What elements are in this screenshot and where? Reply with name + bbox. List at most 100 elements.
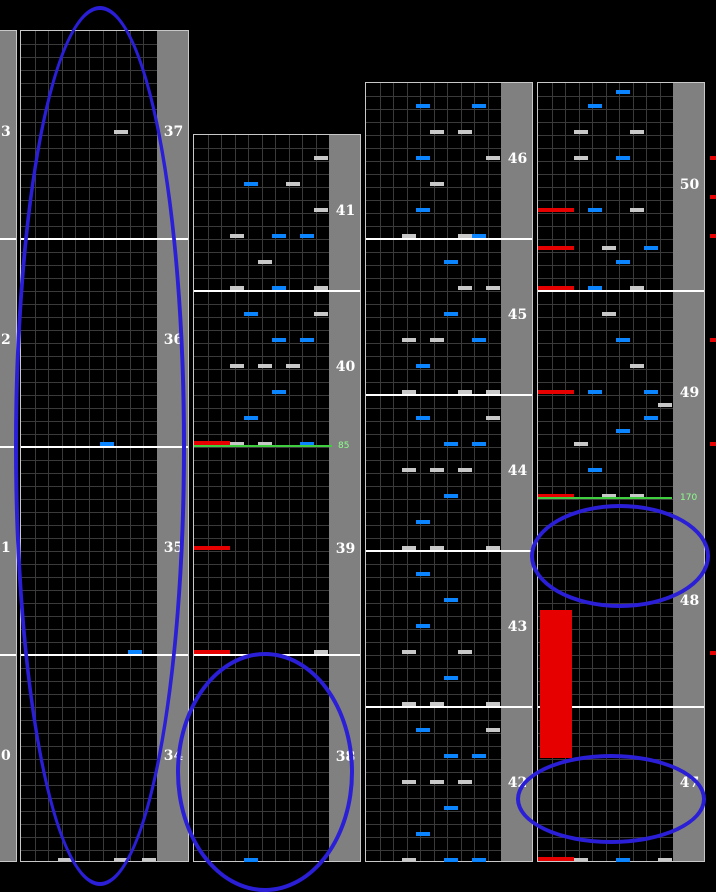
white-note[interactable] [574, 156, 588, 160]
blue-note[interactable] [244, 182, 258, 186]
white-note[interactable] [402, 650, 416, 654]
red-note[interactable] [710, 234, 716, 238]
blue-note[interactable] [472, 858, 486, 862]
white-note[interactable] [574, 442, 588, 446]
blue-note[interactable] [416, 728, 430, 732]
blue-note[interactable] [416, 208, 430, 212]
blue-note[interactable] [472, 234, 486, 238]
blue-note[interactable] [416, 104, 430, 108]
blue-note[interactable] [272, 234, 286, 238]
blue-note[interactable] [472, 104, 486, 108]
red-note[interactable] [538, 390, 574, 394]
measure-column[interactable]: 33 32 31 30 [0, 30, 17, 862]
white-note[interactable] [230, 234, 244, 238]
blue-note[interactable] [416, 520, 430, 524]
blue-note[interactable] [616, 90, 630, 94]
white-note[interactable] [658, 858, 672, 862]
white-note[interactable] [402, 702, 416, 706]
lane-grid[interactable] [366, 83, 501, 861]
white-note[interactable] [458, 780, 472, 784]
white-note[interactable] [430, 546, 444, 550]
blue-note[interactable] [444, 494, 458, 498]
blue-note[interactable] [416, 364, 430, 368]
blue-note[interactable] [444, 676, 458, 680]
blue-note[interactable] [444, 260, 458, 264]
blue-note[interactable] [588, 208, 602, 212]
white-note[interactable] [114, 858, 128, 862]
red-note[interactable] [194, 546, 230, 550]
blue-note[interactable] [616, 260, 630, 264]
white-note[interactable] [602, 246, 616, 250]
red-note[interactable] [538, 286, 574, 290]
blue-note[interactable] [444, 754, 458, 758]
white-note[interactable] [574, 130, 588, 134]
blue-note[interactable] [588, 104, 602, 108]
blue-note[interactable] [588, 390, 602, 394]
blue-note[interactable] [244, 858, 258, 862]
blue-note[interactable] [644, 390, 658, 394]
blue-note[interactable] [300, 234, 314, 238]
white-note[interactable] [458, 650, 472, 654]
red-note[interactable] [710, 338, 716, 342]
red-note[interactable] [710, 156, 716, 160]
white-note[interactable] [458, 390, 472, 394]
white-note[interactable] [402, 858, 416, 862]
white-note[interactable] [314, 208, 328, 212]
red-note[interactable] [538, 246, 574, 250]
white-note[interactable] [314, 286, 328, 290]
white-note[interactable] [486, 156, 500, 160]
white-note[interactable] [658, 403, 672, 407]
white-note[interactable] [430, 338, 444, 342]
white-note[interactable] [486, 286, 500, 290]
blue-note[interactable] [616, 429, 630, 433]
white-note[interactable] [114, 130, 128, 134]
red-note[interactable] [194, 650, 230, 654]
white-note[interactable] [402, 468, 416, 472]
white-note[interactable] [458, 234, 472, 238]
blue-note[interactable] [616, 338, 630, 342]
red-note[interactable] [538, 857, 574, 861]
red-note[interactable] [710, 195, 716, 199]
white-note[interactable] [314, 650, 328, 654]
blue-note[interactable] [416, 416, 430, 420]
blue-note[interactable] [100, 442, 114, 446]
white-note[interactable] [402, 546, 416, 550]
blue-note[interactable] [616, 156, 630, 160]
white-note[interactable] [602, 312, 616, 316]
white-note[interactable] [486, 728, 500, 732]
blue-note[interactable] [244, 312, 258, 316]
blue-note[interactable] [444, 312, 458, 316]
white-note[interactable] [258, 260, 272, 264]
white-note[interactable] [486, 390, 500, 394]
blue-note[interactable] [588, 468, 602, 472]
white-note[interactable] [58, 858, 72, 862]
blue-note[interactable] [444, 858, 458, 862]
white-note[interactable] [402, 390, 416, 394]
blue-note[interactable] [128, 650, 142, 654]
blue-note[interactable] [244, 416, 258, 420]
white-note[interactable] [430, 130, 444, 134]
white-note[interactable] [286, 182, 300, 186]
white-note[interactable] [142, 858, 156, 862]
white-note[interactable] [630, 286, 644, 290]
blue-note[interactable] [416, 832, 430, 836]
white-note[interactable] [402, 234, 416, 238]
white-note[interactable] [430, 702, 444, 706]
white-note[interactable] [630, 208, 644, 212]
blue-note[interactable] [472, 442, 486, 446]
measure-column[interactable]: 41 40 39 38 [193, 134, 361, 862]
blue-note[interactable] [272, 286, 286, 290]
blue-note[interactable] [472, 338, 486, 342]
blue-note[interactable] [588, 286, 602, 290]
measure-column[interactable]: 37 36 35 34 [20, 30, 189, 862]
red-note[interactable] [710, 442, 716, 446]
white-note[interactable] [486, 546, 500, 550]
red-note[interactable] [538, 208, 574, 212]
blue-note[interactable] [644, 416, 658, 420]
white-note[interactable] [402, 338, 416, 342]
white-note[interactable] [314, 312, 328, 316]
measure-column[interactable]: 46 45 44 43 42 [365, 82, 533, 862]
white-note[interactable] [630, 364, 644, 368]
white-note[interactable] [574, 858, 588, 862]
blue-note[interactable] [300, 338, 314, 342]
